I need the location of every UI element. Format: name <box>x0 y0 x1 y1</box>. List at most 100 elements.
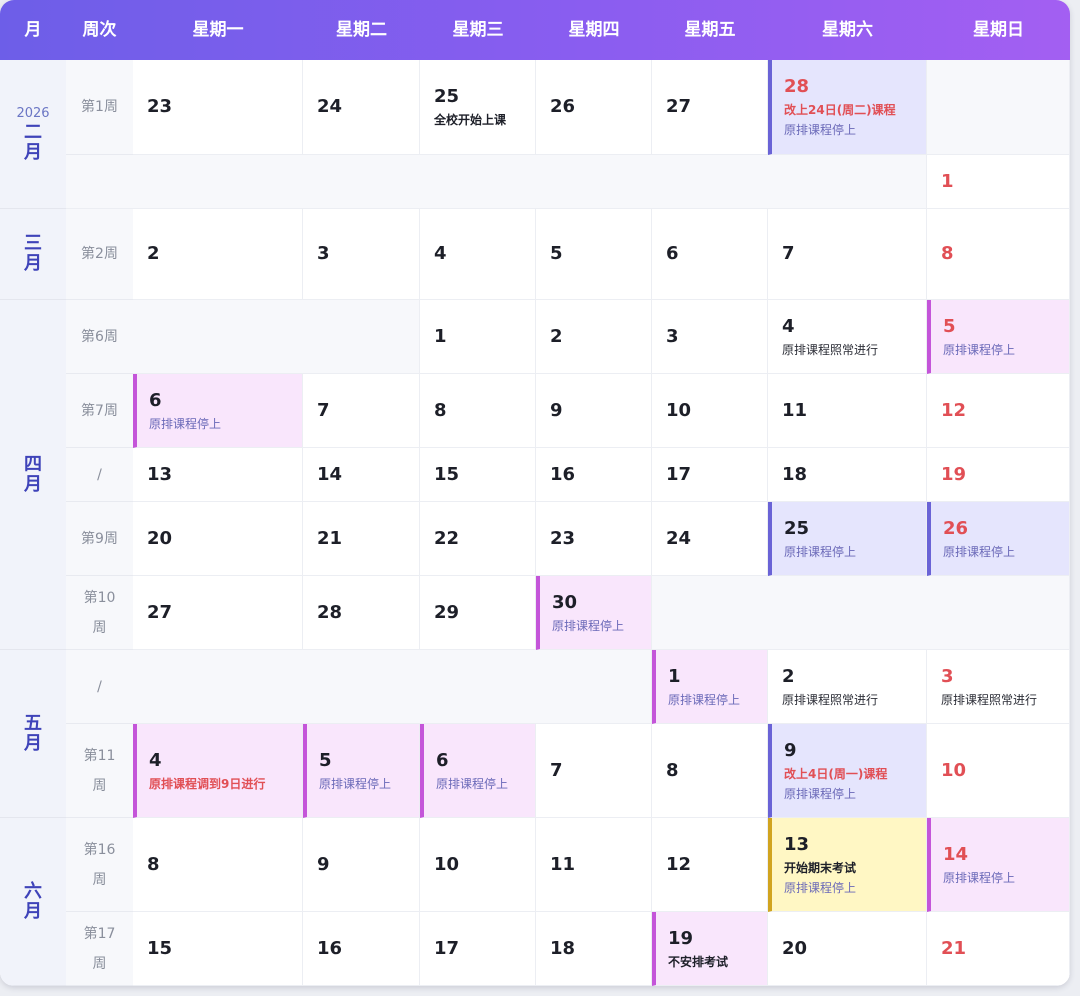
day-number: 5 <box>943 315 956 337</box>
day-number: 20 <box>147 527 173 549</box>
day-cell[interactable]: 3 原排课程照常进行 <box>927 650 1070 724</box>
day-cell[interactable]: 4 原排课程照常进行 <box>768 300 927 374</box>
day-cell[interactable]: 24 <box>652 502 768 576</box>
day-note: 原排课程停上 <box>943 870 1016 885</box>
day-cell[interactable]: 3 <box>303 209 420 300</box>
day-cell[interactable]: 8 <box>652 724 768 818</box>
day-cell[interactable]: 5 原排课程停上 <box>927 300 1070 374</box>
day-cell[interactable]: 25 原排课程停上 <box>768 502 927 576</box>
day-cell[interactable]: 2 <box>536 300 652 374</box>
day-cell[interactable]: 4 原排课程调到9日进行 <box>133 724 303 818</box>
day-number: 7 <box>782 243 795 264</box>
day-cell[interactable]: 15 <box>133 912 303 986</box>
day-cell[interactable]: 24 <box>303 60 420 155</box>
day-number: 10 <box>434 853 460 875</box>
day-cell[interactable]: 14 原排课程停上 <box>927 818 1070 912</box>
day-cell[interactable]: 10 <box>652 374 768 448</box>
day-cell[interactable]: 21 <box>303 502 420 576</box>
day-number: 19 <box>941 463 967 485</box>
day-cell[interactable]: 4 <box>420 209 536 300</box>
day-cell[interactable]: 30 原排课程停上 <box>536 576 652 650</box>
day-note: 原排课程停上 <box>784 544 857 559</box>
day-cell[interactable]: 8 <box>133 818 303 912</box>
day-cell[interactable]: 12 <box>652 818 768 912</box>
day-cell[interactable]: 29 <box>420 576 536 650</box>
day-cell[interactable]: 8 <box>927 209 1070 300</box>
day-cell[interactable]: 15 <box>420 448 536 502</box>
day-number: 12 <box>666 853 692 875</box>
day-number: 21 <box>941 937 967 959</box>
day-cell[interactable]: 17 <box>420 912 536 986</box>
day-cell[interactable]: 13 开始期末考试 原排课程停上 <box>768 818 927 912</box>
day-cell[interactable]: 6 <box>652 209 768 300</box>
month-cell: 五月 <box>0 650 66 818</box>
day-cell[interactable]: 10 <box>420 818 536 912</box>
day-cell[interactable]: 6 原排课程停上 <box>133 374 303 448</box>
day-cell[interactable]: 16 <box>536 448 652 502</box>
day-number: 4 <box>782 315 795 337</box>
day-cell[interactable]: 16 <box>303 912 420 986</box>
day-cell[interactable]: 5 原排课程停上 <box>303 724 420 818</box>
day-cell[interactable]: 19 <box>927 448 1070 502</box>
day-cell[interactable]: 27 <box>133 576 303 650</box>
month-cell: 2026 二月 <box>0 60 66 209</box>
day-number: 25 <box>434 86 460 107</box>
day-number: 5 <box>550 243 563 264</box>
day-cell[interactable]: 9 <box>536 374 652 448</box>
day-cell[interactable]: 19 不安排考试 <box>652 912 768 986</box>
week-label: 第1周 <box>66 60 133 155</box>
day-cell[interactable]: 12 <box>927 374 1070 448</box>
day-cell[interactable]: 5 <box>536 209 652 300</box>
empty-cell <box>66 155 927 209</box>
day-number: 17 <box>434 937 460 959</box>
day-cell[interactable]: 1 原排课程停上 <box>652 650 768 724</box>
day-cell[interactable]: 25 全校开始上课 <box>420 60 536 155</box>
day-cell[interactable]: 18 <box>768 448 927 502</box>
year-label: 2026 <box>16 105 50 121</box>
day-cell[interactable]: 8 <box>420 374 536 448</box>
day-number: 8 <box>941 243 954 264</box>
day-cell[interactable]: 7 <box>536 724 652 818</box>
day-number: 23 <box>147 96 173 117</box>
day-cell[interactable]: 7 <box>768 209 927 300</box>
day-cell[interactable]: 28 改上24日(周二)课程 原排课程停上 <box>768 60 927 155</box>
day-cell[interactable]: 3 <box>652 300 768 374</box>
day-cell[interactable]: 14 <box>303 448 420 502</box>
day-cell[interactable]: 28 <box>303 576 420 650</box>
day-number: 16 <box>550 463 576 485</box>
day-cell[interactable]: 22 <box>420 502 536 576</box>
day-cell[interactable]: 2 <box>133 209 303 300</box>
day-cell[interactable]: 23 <box>133 60 303 155</box>
day-number: 1 <box>434 325 447 347</box>
day-cell[interactable]: 20 <box>133 502 303 576</box>
day-cell[interactable]: 11 <box>536 818 652 912</box>
day-cell[interactable]: 27 <box>652 60 768 155</box>
day-cell[interactable]: 11 <box>768 374 927 448</box>
week-label: 第6周 <box>66 300 133 374</box>
day-cell[interactable]: 2 原排课程照常进行 <box>768 650 927 724</box>
day-cell[interactable]: 6 原排课程停上 <box>420 724 536 818</box>
day-cell[interactable]: 1 <box>420 300 536 374</box>
day-cell[interactable]: 7 <box>303 374 420 448</box>
day-number: 3 <box>941 665 954 687</box>
day-cell[interactable]: 9 <box>303 818 420 912</box>
header-wed: 星期三 <box>452 20 504 40</box>
day-cell[interactable]: 20 <box>768 912 927 986</box>
day-number: 8 <box>666 759 679 781</box>
day-cell[interactable]: 13 <box>133 448 303 502</box>
day-cell[interactable]: 26 原排课程停上 <box>927 502 1070 576</box>
week-label: 第9周 <box>66 502 133 576</box>
day-cell[interactable]: 23 <box>536 502 652 576</box>
day-cell[interactable]: 21 <box>927 912 1070 986</box>
day-cell[interactable]: 9 改上4日(周一)课程 原排课程停上 <box>768 724 927 818</box>
day-number: 28 <box>784 76 810 97</box>
day-cell[interactable]: 17 <box>652 448 768 502</box>
month-label: 六月 <box>24 880 42 922</box>
day-cell[interactable]: 10 <box>927 724 1070 818</box>
day-cell[interactable]: 1 <box>927 155 1070 209</box>
month-label: 五月 <box>24 712 42 754</box>
day-cell[interactable]: 18 <box>536 912 652 986</box>
header-thu: 星期四 <box>568 20 620 40</box>
month-cell: 六月 <box>0 818 66 986</box>
day-cell[interactable]: 26 <box>536 60 652 155</box>
